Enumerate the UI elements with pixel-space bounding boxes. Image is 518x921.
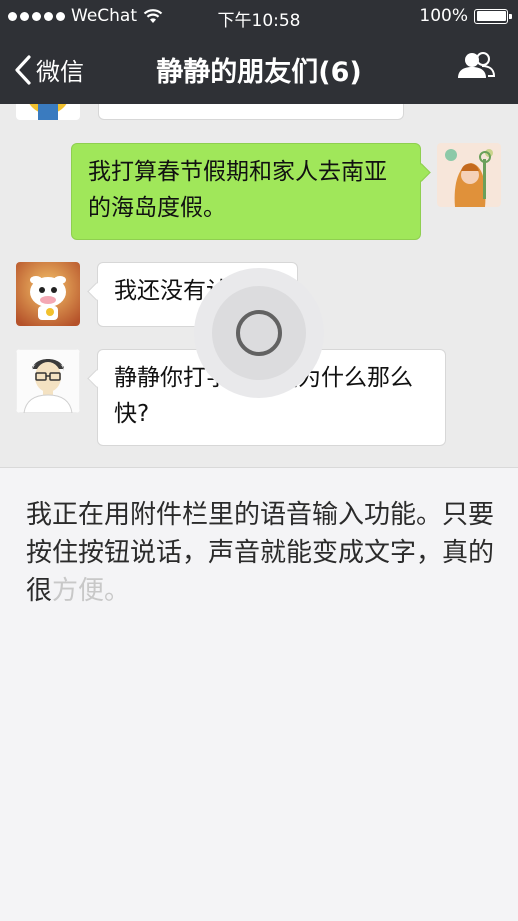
- status-bar: WeChat 下午10:58 100%: [0, 0, 518, 34]
- avatar-cartoon[interactable]: [16, 104, 80, 120]
- avatar-friend-cow[interactable]: [16, 262, 80, 326]
- group-members-button[interactable]: [456, 50, 496, 88]
- voice-recognized-text: 我正在用附件栏里的语音输入功能。只要按住按钮说话，声音就能变成文字，真的很方便。: [26, 496, 496, 610]
- avatar-friend-glasses[interactable]: [16, 349, 80, 413]
- microphone-button-icon: [236, 310, 282, 356]
- top-bar: WeChat 下午10:58 100% 微信 静静的朋友们(6): [0, 0, 518, 104]
- group-members-icon: [458, 52, 496, 78]
- message-bubble-received[interactable]: [98, 104, 404, 120]
- message-bubble-sent[interactable]: 我打算春节假期和家人去南亚的海岛度假。: [71, 143, 421, 240]
- navigation-bar: 微信 静静的朋友们(6): [0, 34, 518, 104]
- battery-percent: 100%: [419, 6, 468, 26]
- chat-title: 静静的朋友们(6): [156, 57, 362, 88]
- avatar-self[interactable]: [437, 143, 501, 207]
- battery-icon: [474, 8, 512, 24]
- voice-input-panel: 我正在用附件栏里的语音输入功能。只要按住按钮说话，声音就能变成文字，真的很方便。: [0, 467, 518, 921]
- pending-text: 方便。: [52, 576, 131, 606]
